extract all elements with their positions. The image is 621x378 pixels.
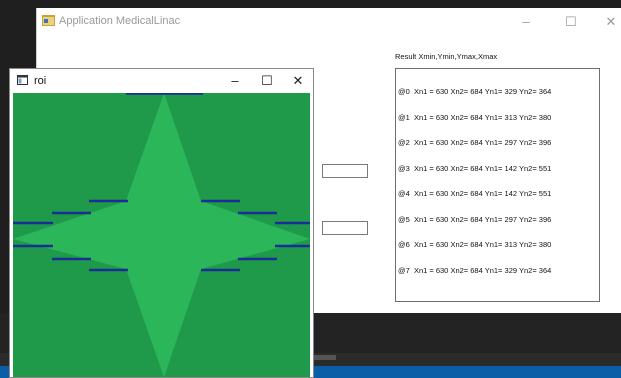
result-line: @7 Xn1 = 630 Xn2= 684 Yn1= 329 Yn2= 364 [398,265,552,275]
roi-maximize-button[interactable]: ☐ [253,72,281,90]
roi-minimize-button[interactable]: – [221,72,249,90]
roi-canvas [13,93,310,377]
result-label: Result Xmin,Ymin,Ymax,Xmax [395,52,498,61]
result-line: @3 Xn1 = 630 Xn2= 684 Yn1= 142 Yn2= 551 [398,163,552,173]
result-line: @6 Xn1 = 630 Xn2= 684 Yn1= 313 Yn2= 380 [398,240,552,249]
input-field-2[interactable] [322,221,368,235]
result-line: @2 Xn1 = 630 Xn2= 684 Yn1= 297 Yn2= 396 [398,138,552,147]
minimize-button[interactable]: – [511,13,541,31]
result-lines: @0 Xn1 = 630 Xn2= 684 Yn1= 329 Yn2= 364 … [398,71,551,292]
main-titlebar[interactable]: Application MedicalLinac – ☐ ✕ [37,8,621,36]
roi-titlebar[interactable]: roi – ☐ ✕ [10,69,313,93]
result-line: @1 Xn1 = 630 Xn2= 684 Yn1= 313 Yn2= 380 [398,112,552,122]
window-title: Application MedicalLinac [59,15,181,27]
window-icon [17,75,28,85]
input-field-1[interactable] [322,164,368,178]
close-button[interactable]: ✕ [596,13,621,31]
result-line: @5 Xn1 = 630 Xn2= 684 Yn1= 297 Yn2= 396 [398,214,552,224]
result-line: @4 Xn1 = 630 Xn2= 684 Yn1= 142 Yn2= 551 [398,189,552,198]
app-window-icon [42,15,55,26]
result-textbox[interactable]: @0 Xn1 = 630 Xn2= 684 Yn1= 329 Yn2= 364 … [395,68,600,302]
maximize-button[interactable]: ☐ [556,13,586,31]
roi-close-button[interactable]: ✕ [284,72,312,90]
result-line: @0 Xn1 = 630 Xn2= 684 Yn1= 329 Yn2= 364 [398,87,552,96]
roi-title: roi [34,75,47,87]
roi-window: roi – ☐ ✕ [9,68,314,378]
